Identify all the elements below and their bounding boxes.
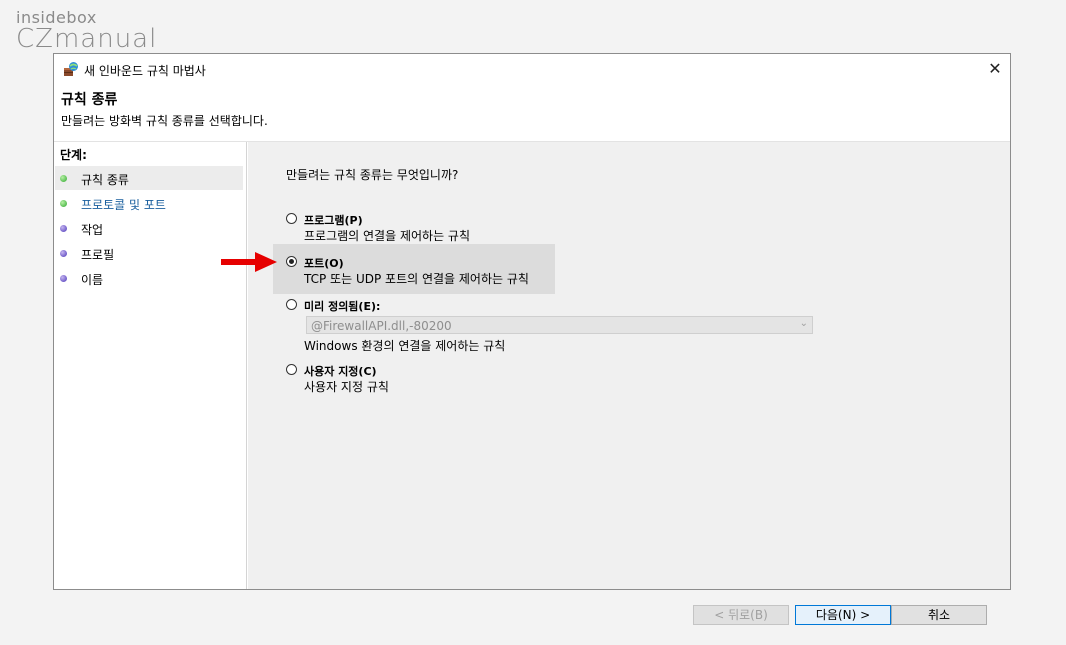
radio-program[interactable] xyxy=(286,213,297,224)
step-pending-icon xyxy=(60,275,67,282)
option-description: 프로그램의 연결을 제어하는 규칙 xyxy=(304,229,471,243)
option-description: 사용자 지정 규칙 xyxy=(304,380,389,394)
option-description: TCP 또는 UDP 포트의 연결을 제어하는 규칙 xyxy=(304,272,529,286)
option-label: 미리 정의됨(E): xyxy=(304,300,381,313)
wizard-dialog: 새 인바운드 규칙 마법사 ✕ 규칙 종류 만들려는 방화벽 규칙 종류를 선택… xyxy=(53,53,1011,625)
steps-title: 단계: xyxy=(60,148,87,162)
option-label: 프로그램(P) xyxy=(304,214,363,227)
window-title: 새 인바운드 규칙 마법사 xyxy=(84,64,206,78)
step-pending-icon xyxy=(60,225,67,232)
page-description: 만들려는 방화벽 규칙 종류를 선택합니다. xyxy=(61,114,268,128)
option-label: 사용자 지정(C) xyxy=(304,365,377,378)
step-label: 작업 xyxy=(81,223,104,237)
firewall-app-icon xyxy=(64,62,78,76)
radio-predefined[interactable] xyxy=(286,299,297,310)
step-complete-icon xyxy=(60,175,67,182)
step-name[interactable]: 이름 xyxy=(55,266,243,290)
chevron-down-icon: ⌄ xyxy=(799,318,808,329)
close-icon[interactable]: ✕ xyxy=(980,54,1010,84)
step-complete-icon xyxy=(60,200,67,207)
step-rule-type[interactable]: 규칙 종류 xyxy=(55,166,243,190)
option-description: Windows 환경의 연결을 제어하는 규칙 xyxy=(304,339,506,353)
next-button[interactable]: 다음(N) > xyxy=(795,605,891,625)
watermark-bottom-text: CZmanual xyxy=(16,24,158,54)
radio-port[interactable] xyxy=(286,256,297,267)
option-label: 포트(O) xyxy=(304,257,344,270)
step-label: 규칙 종류 xyxy=(81,173,129,187)
step-protocol-ports[interactable]: 프로토콜 및 포트 xyxy=(55,191,243,215)
step-label: 이름 xyxy=(81,273,104,287)
cancel-button[interactable]: 취소 xyxy=(891,605,987,625)
content-panel: 만들려는 규칙 종류는 무엇입니까? 프로그램(P) 프로그램의 연결을 제어하… xyxy=(248,142,1010,625)
red-arrow-icon xyxy=(221,252,277,272)
predefined-select-value: @FirewallAPI.dll,-80200 xyxy=(311,319,452,333)
step-action[interactable]: 작업 xyxy=(55,216,243,240)
back-button[interactable]: < 뒤로(B) xyxy=(693,605,789,625)
wizard-header: 규칙 종류 만들려는 방화벽 규칙 종류를 선택합니다. xyxy=(54,84,1010,141)
steps-panel: 단계: 규칙 종류 프로토콜 및 포트 작업 프로필 이름 xyxy=(54,142,247,589)
step-label: 프로필 xyxy=(81,248,115,262)
step-label: 프로토콜 및 포트 xyxy=(81,198,166,212)
step-profile[interactable]: 프로필 xyxy=(55,241,243,265)
watermark-logo: insidebox CZmanual xyxy=(16,8,158,54)
rule-type-question: 만들려는 규칙 종류는 무엇입니까? xyxy=(286,168,459,182)
step-pending-icon xyxy=(60,250,67,257)
page-title: 규칙 종류 xyxy=(61,92,118,108)
title-bar[interactable]: 새 인바운드 규칙 마법사 ✕ xyxy=(54,54,1010,84)
radio-custom[interactable] xyxy=(286,364,297,375)
predefined-rule-select[interactable]: @FirewallAPI.dll,-80200 ⌄ xyxy=(306,316,813,334)
